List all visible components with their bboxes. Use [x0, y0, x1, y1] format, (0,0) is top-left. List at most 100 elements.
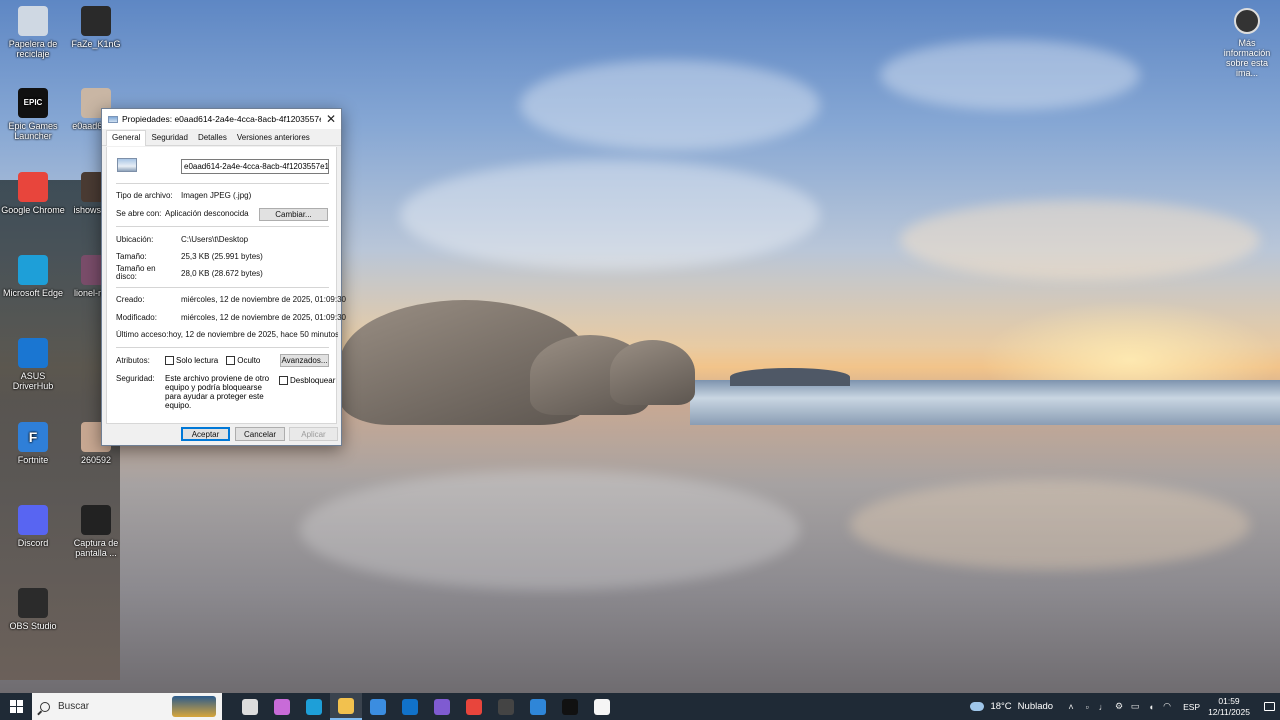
device-icon[interactable]: ▫	[1079, 693, 1095, 720]
location-label: Ubicación:	[116, 235, 154, 244]
obs-icon	[498, 698, 514, 715]
photos-icon	[530, 698, 546, 715]
dialog-title: Propiedades: e0aad614-2a4e-4cca-8acb-4f1…	[122, 114, 321, 124]
chrome-icon	[466, 698, 482, 715]
size-value: 25,3 KB (25.991 bytes)	[181, 252, 263, 261]
tab-details[interactable]: Detalles	[193, 131, 232, 145]
start-button[interactable]	[0, 693, 32, 720]
desktop-icon-label: Google Chrome	[1, 205, 65, 215]
disk-size-value: 28,0 KB (28.672 bytes)	[181, 268, 263, 278]
wallpaper-info-button[interactable]: Más información sobre esta ima...	[1214, 8, 1280, 78]
dialog-tabs: General Seguridad Detalles Versiones ant…	[102, 129, 341, 146]
clock-time: 01:59	[1218, 695, 1240, 706]
taskbar-app-button[interactable]	[426, 693, 458, 720]
desktop-icon[interactable]: EPIC Epic Games Launcher	[0, 88, 66, 141]
taskbar-apps	[234, 693, 618, 720]
tab-security[interactable]: Seguridad	[146, 131, 192, 145]
file-type-label: Tipo de archivo:	[116, 191, 173, 200]
microphone-icon[interactable]: ♩	[1095, 693, 1111, 720]
weather-text: Nublado	[1017, 701, 1054, 712]
taskbar-app-button[interactable]	[490, 693, 522, 720]
accessed-value: hoy, 12 de noviembre de 2025, hace 50 mi…	[168, 330, 338, 339]
network-icon[interactable]: ▭	[1127, 693, 1143, 720]
desktop-icon[interactable]: Microsoft Edge	[0, 255, 66, 298]
tab-previous-versions[interactable]: Versiones anteriores	[232, 131, 315, 145]
desktop-icon[interactable]: OBS Studio	[0, 588, 66, 631]
search-highlight-image	[172, 696, 216, 717]
file-type-row: Tipo de archivo: Imagen JPEG (.jpg)	[116, 191, 251, 200]
desktop-icon[interactable]: Google Chrome	[0, 172, 66, 215]
modified-label: Modificado:	[116, 313, 157, 322]
chevron-up-icon[interactable]: ˄	[1063, 693, 1079, 720]
hidden-checkbox[interactable]	[226, 356, 236, 365]
accessed-row: Último acceso: hoy, 12 de noviembre de 2…	[116, 330, 338, 339]
desktop-icon-label: Discord	[17, 538, 49, 548]
desktop-icon[interactable]: F Fortnite	[0, 422, 66, 465]
accessed-label: Último acceso:	[116, 330, 169, 339]
taskbar-app-button[interactable]	[458, 693, 490, 720]
weather-temp: 18°C	[990, 701, 1012, 712]
copilot-icon	[274, 698, 290, 715]
file-thumbnail-icon	[117, 158, 137, 172]
language-indicator[interactable]: ESP	[1183, 702, 1200, 712]
taskbar-app-button[interactable]	[330, 693, 362, 720]
properties-dialog: Propiedades: e0aad614-2a4e-4cca-8acb-4f1…	[101, 108, 346, 446]
location-row: Ubicación: C:\Users\t\Desktop	[116, 235, 248, 244]
desktop-icon[interactable]: ASUS DriverHub	[0, 338, 66, 391]
taskbar-app-button[interactable]	[362, 693, 394, 720]
desktop-icon[interactable]: Papelera de reciclaje	[0, 6, 66, 59]
taskbar-app-button[interactable]	[266, 693, 298, 720]
dialog-titlebar[interactable]: Propiedades: e0aad614-2a4e-4cca-8acb-4f1…	[102, 109, 341, 129]
desktop-icon[interactable]: FaZe_K1nG	[63, 6, 129, 49]
disk-size-row: Tamaño en disco: 28,0 KB (28.672 bytes)	[116, 265, 263, 281]
advanced-button[interactable]: Avanzados...	[280, 354, 329, 367]
system-tray: 18°C Nublado ˄ ▫ ♩ ⚙ ▭ ◖ ◠ ESP 01:59 12/…	[970, 693, 1280, 720]
asus-driverhub-icon	[18, 338, 48, 368]
cancel-button[interactable]: Cancelar	[235, 427, 285, 441]
search-placeholder: Buscar	[58, 701, 90, 712]
opens-with-label: Se abre con:	[116, 209, 162, 218]
unblock-checkbox[interactable]	[279, 376, 288, 385]
file-explorer-icon	[338, 697, 354, 714]
settings-icon[interactable]: ⚙	[1111, 693, 1127, 720]
ok-button[interactable]: Aceptar	[181, 427, 230, 441]
clock[interactable]: 01:59 12/11/2025	[1208, 696, 1250, 718]
taskbar-search[interactable]: Buscar	[32, 693, 222, 720]
taskbar-app-button[interactable]	[554, 693, 586, 720]
chrome-icon	[18, 172, 48, 202]
image-file-icon	[81, 505, 111, 535]
tab-general[interactable]: General	[106, 130, 147, 146]
filename-input[interactable]: e0aad614-2a4e-4cca-8acb-4f1203557e1d	[181, 159, 329, 174]
desktop-icon-label: Epic Games Launcher	[8, 121, 58, 141]
desktop-icon[interactable]: Discord	[0, 505, 66, 548]
change-button[interactable]: Cambiar...	[259, 208, 328, 221]
taskbar-app-button[interactable]	[234, 693, 266, 720]
wifi-icon[interactable]: ◠	[1159, 693, 1175, 720]
windows-logo-icon	[9, 700, 23, 713]
weather-widget[interactable]: 18°C Nublado	[970, 701, 1053, 712]
taskbar-app-button[interactable]	[522, 693, 554, 720]
image-file-icon	[108, 115, 118, 123]
volume-icon[interactable]: ◖	[1143, 693, 1159, 720]
security-label: Seguridad:	[116, 374, 155, 383]
desktop-icon-label: Captura de pantalla ...	[73, 538, 119, 558]
attributes-row: Atributos: Solo lectura Oculto	[116, 356, 260, 365]
task-view-icon	[242, 698, 258, 715]
desktop-icon-label: Fortnite	[17, 455, 49, 465]
apply-button[interactable]: Aplicar	[289, 427, 338, 441]
security-row: Seguridad: Este archivo proviene de otro…	[116, 374, 335, 410]
taskbar-app-button[interactable]	[586, 693, 618, 720]
notifications-button[interactable]	[1258, 693, 1280, 720]
modified-row: Modificado: miércoles, 12 de noviembre d…	[116, 313, 346, 322]
size-row: Tamaño: 25,3 KB (25.991 bytes)	[116, 252, 263, 261]
taskbar-app-button[interactable]	[394, 693, 426, 720]
desktop-icon[interactable]: Captura de pantalla ...	[63, 505, 129, 558]
obs-icon	[18, 588, 48, 618]
size-label: Tamaño:	[116, 252, 147, 261]
opens-with-row: Se abre con: Aplicación desconocida	[116, 209, 249, 218]
taskbar-app-button[interactable]	[298, 693, 330, 720]
discord-icon	[18, 505, 48, 535]
terminal-icon	[562, 698, 578, 715]
readonly-checkbox[interactable]	[165, 356, 174, 365]
close-button[interactable]: ✕	[321, 109, 341, 129]
